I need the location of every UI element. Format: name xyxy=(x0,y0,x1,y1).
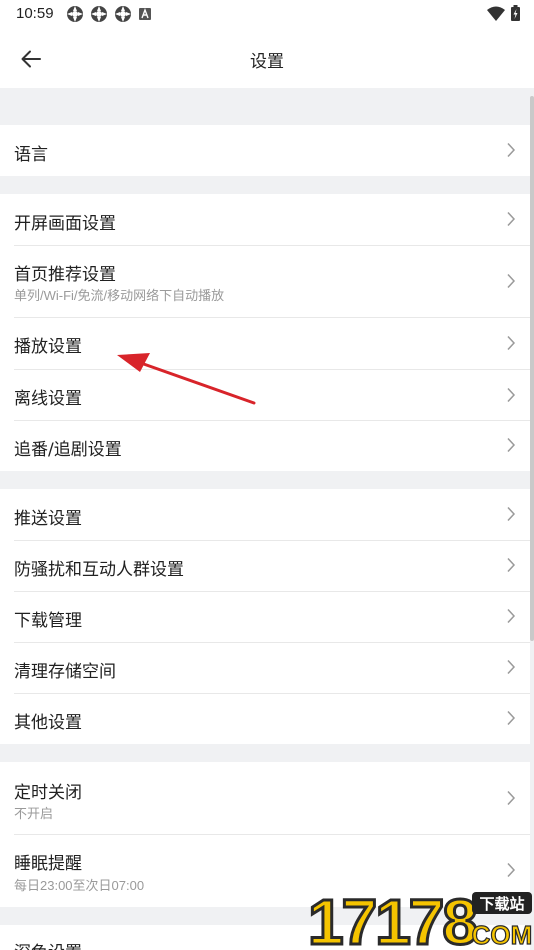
status-time: 10:59 xyxy=(16,5,54,22)
settings-item-label: 深色设置 xyxy=(14,938,82,950)
settings-item-sublabel: 每日23:00至次日07:00 xyxy=(14,878,145,893)
status-system-icons xyxy=(487,5,520,21)
settings-item-timer-off[interactable]: 定时关闭 不开启 xyxy=(0,762,530,834)
settings-item-label: 睡眠提醒 xyxy=(14,854,82,874)
chevron-right-icon xyxy=(507,273,516,289)
settings-item-sublabel: 单列/Wi-Fi/免流/移动网络下自动播放 xyxy=(14,288,225,303)
settings-item-push[interactable]: 推送设置 xyxy=(0,489,530,540)
chevron-right-icon xyxy=(507,557,516,573)
watermark-logo: 17178 下载站 COM xyxy=(306,884,534,950)
settings-item-offline[interactable]: 离线设置 xyxy=(0,370,530,421)
settings-item-playback[interactable]: 播放设置 xyxy=(0,318,530,369)
app-icon xyxy=(115,6,131,22)
settings-group-general: 推送设置 防骚扰和互动人群设置 下载管理 清理存储空间 其他设置 xyxy=(0,489,530,744)
chevron-right-icon xyxy=(507,659,516,675)
battery-icon xyxy=(511,5,520,21)
app-icon xyxy=(67,6,83,22)
settings-item-label: 推送设置 xyxy=(14,509,82,529)
settings-item-sublabel: 不开启 xyxy=(14,806,54,821)
chevron-right-icon xyxy=(507,608,516,624)
watermark-number: 17178 xyxy=(308,886,476,950)
settings-item-follow[interactable]: 追番/追剧设置 xyxy=(0,421,530,471)
chevron-right-icon xyxy=(507,506,516,522)
scrollbar[interactable] xyxy=(530,96,534,641)
chevron-right-icon xyxy=(507,862,516,878)
settings-item-label: 其他设置 xyxy=(14,713,82,733)
settings-item-label: 追番/追剧设置 xyxy=(14,440,122,460)
wifi-icon xyxy=(487,6,505,21)
app-icon xyxy=(91,6,107,22)
settings-item-download[interactable]: 下载管理 xyxy=(0,592,530,642)
chevron-right-icon xyxy=(507,211,516,227)
settings-item-clear-storage[interactable]: 清理存储空间 xyxy=(0,643,530,693)
chevron-right-icon xyxy=(507,335,516,351)
chevron-right-icon xyxy=(507,437,516,453)
settings-group-language: 语言 xyxy=(0,125,530,176)
chevron-right-icon xyxy=(507,710,516,726)
app-bar: 设置 xyxy=(0,30,534,88)
settings-item-home-recommend[interactable]: 首页推荐设置 单列/Wi-Fi/免流/移动网络下自动播放 xyxy=(0,246,530,317)
a-icon xyxy=(139,8,151,20)
settings-item-label: 播放设置 xyxy=(14,337,82,357)
settings-item-label: 首页推荐设置 xyxy=(14,265,116,285)
settings-item-label: 离线设置 xyxy=(14,389,82,409)
status-bar: 10:59 xyxy=(0,0,534,30)
chevron-right-icon xyxy=(507,387,516,403)
watermark-domain: COM xyxy=(472,920,533,950)
settings-item-label: 定时关闭 xyxy=(14,783,82,803)
page-title: 设置 xyxy=(250,52,284,72)
settings-item-label: 下载管理 xyxy=(14,611,82,631)
chevron-right-icon xyxy=(507,790,516,806)
status-notification-icons xyxy=(66,5,152,23)
settings-item-splash-screen[interactable]: 开屏画面设置 xyxy=(0,194,530,245)
settings-group-display: 开屏画面设置 首页推荐设置 单列/Wi-Fi/免流/移动网络下自动播放 播放设置… xyxy=(0,194,530,471)
settings-item-label: 防骚扰和互动人群设置 xyxy=(14,560,184,580)
settings-item-label: 清理存储空间 xyxy=(14,662,116,682)
watermark-badge: 下载站 xyxy=(479,895,524,913)
settings-item-label: 语言 xyxy=(14,145,48,165)
settings-item-other[interactable]: 其他设置 xyxy=(0,694,530,744)
settings-item-anti-harassment[interactable]: 防骚扰和互动人群设置 xyxy=(0,541,530,591)
settings-item-language[interactable]: 语言 xyxy=(0,125,530,176)
chevron-right-icon xyxy=(507,142,516,158)
settings-item-label: 开屏画面设置 xyxy=(14,214,116,234)
